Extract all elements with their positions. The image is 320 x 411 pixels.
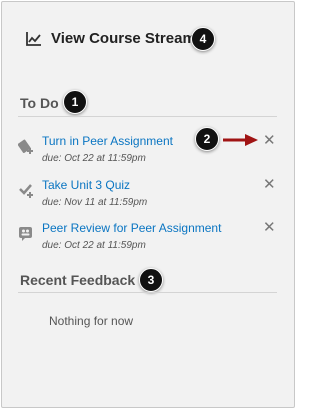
quiz-icon (19, 184, 33, 198)
todo-item-due: due: Nov 11 at 11:59pm (42, 197, 148, 208)
callout-badge-4: 4 (191, 27, 215, 51)
todo-item-due: due: Oct 22 at 11:59pm (42, 153, 146, 164)
todo-item: Peer Review for Peer Assignment due: Oct… (18, 220, 280, 261)
feedback-empty-message: Nothing for now (49, 314, 134, 328)
recent-feedback-heading: Recent Feedback (20, 272, 136, 288)
todo-item-title[interactable]: Take Unit 3 Quiz (42, 178, 130, 192)
sidebar-panel: View Course Stream 4 To Do 1 Turn in Pee… (1, 1, 295, 408)
todo-heading: To Do (20, 95, 59, 111)
feedback-divider (18, 292, 277, 293)
callout-badge-3: 3 (139, 268, 163, 292)
peer-review-icon (19, 227, 32, 241)
view-course-stream-label: View Course Stream (51, 30, 196, 47)
todo-divider (18, 116, 277, 117)
todo-item: Take Unit 3 Quiz due: Nov 11 at 11:59pm … (18, 177, 280, 218)
callout-badge-2: 2 (195, 127, 219, 151)
dismiss-close-icon[interactable]: ✕ (263, 220, 276, 235)
callout-badge-1: 1 (63, 90, 87, 114)
line-chart-icon (26, 31, 41, 46)
arrow-right-icon (223, 134, 258, 146)
dismiss-close-icon[interactable]: ✕ (263, 177, 276, 192)
assignment-icon (18, 139, 33, 154)
todo-item-title[interactable]: Peer Review for Peer Assignment (42, 221, 221, 235)
view-course-stream-link[interactable]: View Course Stream (26, 30, 196, 47)
todo-item-due: due: Oct 22 at 11:59pm (42, 240, 146, 251)
dismiss-close-icon[interactable]: ✕ (263, 133, 276, 148)
todo-item-title[interactable]: Turn in Peer Assignment (42, 134, 173, 148)
